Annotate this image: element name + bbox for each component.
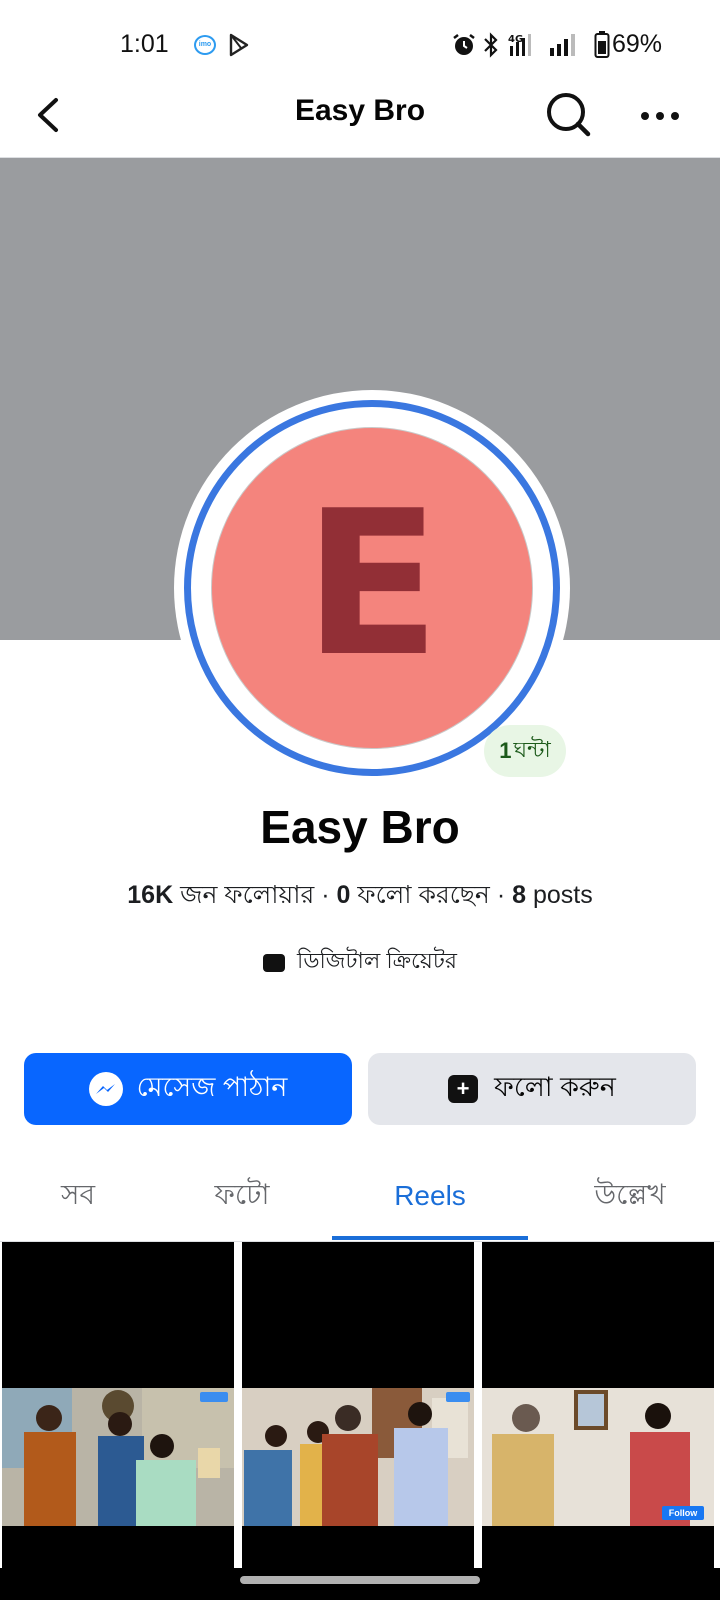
- signal-icon: 4G: [508, 34, 575, 56]
- posts-count: 8: [512, 881, 526, 909]
- profile-name: Easy Bro: [260, 801, 460, 853]
- following-label[interactable]: ফলো করছেন: [357, 881, 490, 909]
- messenger-icon: [88, 1072, 123, 1106]
- tab-reels[interactable]: Reels: [332, 1150, 528, 1242]
- reel-image: [2, 1388, 234, 1526]
- profile-stats: 16K জন ফলোয়ার · 0 ফলো করছেন · 8 posts: [0, 875, 720, 918]
- story-time-number: 1: [499, 738, 512, 763]
- send-message-label: মেসেজ পাঠান: [136, 1071, 288, 1102]
- more-options-button[interactable]: [636, 96, 686, 136]
- follow-plus-icon: +: [448, 1075, 479, 1103]
- search-button[interactable]: [544, 90, 594, 140]
- posts-label: posts: [532, 881, 593, 909]
- story-time-unit: ঘন্টা: [513, 736, 551, 762]
- page-title: Easy Bro: [294, 94, 426, 127]
- follow-label: ফলো করুন: [494, 1071, 616, 1102]
- profile-tabs: সব ফটো Reels উল্লেখ: [0, 1150, 720, 1242]
- reel-thumbnail[interactable]: [2, 1242, 234, 1568]
- active-tab-indicator: [332, 1236, 528, 1240]
- reel-image: Follow: [482, 1388, 714, 1526]
- reel-follow-overlay: Follow: [669, 1508, 698, 1518]
- reel-thumbnail[interactable]: [242, 1242, 474, 1568]
- tab-photos[interactable]: ফটো: [156, 1150, 328, 1242]
- profile-category: ডিজিটাল ক্রিয়েটর: [0, 944, 720, 981]
- more-dots-icon: [641, 112, 679, 120]
- reel-thumbnail[interactable]: Follow: [482, 1242, 714, 1568]
- tab-all[interactable]: সব: [0, 1150, 156, 1242]
- clapperboard-icon: [263, 953, 286, 972]
- avatar-letter: E: [303, 468, 441, 701]
- battery-percentage: 69%: [612, 30, 663, 58]
- avatar: E: [211, 427, 533, 749]
- top-navigation-bar: Easy Bro: [0, 80, 720, 158]
- status-time: 1:01: [120, 30, 169, 58]
- tab-mentions[interactable]: উল্লেখ: [540, 1150, 720, 1242]
- follow-button[interactable]: + ফলো করুন: [368, 1053, 696, 1125]
- reel-image: [242, 1388, 474, 1526]
- stats-separator: ·: [321, 881, 330, 909]
- svg-text:4G: 4G: [508, 34, 523, 45]
- bottom-strip: [0, 1568, 720, 1600]
- send-message-button[interactable]: মেসেজ পাঠান: [24, 1053, 352, 1125]
- home-indicator[interactable]: [240, 1576, 480, 1584]
- battery-icon: [594, 31, 610, 58]
- followers-label[interactable]: জন ফলোয়ার: [180, 881, 314, 909]
- play-store-icon: [229, 33, 249, 57]
- following-count[interactable]: 0: [337, 881, 351, 909]
- bluetooth-icon: [484, 32, 498, 58]
- category-label: ডিজিটাল ক্রিয়েটর: [297, 948, 457, 973]
- imo-app-icon: imo: [194, 35, 216, 55]
- alarm-icon: [453, 34, 475, 55]
- followers-count[interactable]: 16K: [127, 881, 173, 909]
- search-icon: [547, 93, 591, 137]
- story-time-badge: 1 ঘন্টা: [484, 725, 566, 777]
- status-bar: 1:01 imo 4G 69%: [0, 0, 720, 90]
- reels-grid: Follow: [0, 1242, 720, 1568]
- story-ring: E: [184, 400, 560, 776]
- stats-separator: ·: [496, 881, 506, 909]
